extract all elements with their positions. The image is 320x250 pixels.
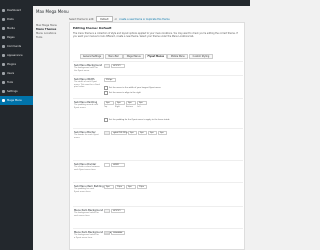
pages-icon (2, 36, 5, 39)
sidebar-item-comments[interactable]: Comments (0, 42, 33, 51)
border-color-input[interactable]: rgba(255,255,255,0.1) (111, 131, 136, 135)
color-swatch[interactable] (104, 163, 110, 167)
setting-sub-menu-divider: Sub Menu Divider The divider colour betw… (73, 160, 243, 182)
tab-menu-bar[interactable]: Menu Bar (104, 54, 123, 59)
color-swatch[interactable] (104, 64, 110, 68)
padding-top-caption: Top (104, 106, 108, 108)
padding-bottom-input[interactable]: 0px (126, 101, 136, 105)
tab-flyout-menus[interactable]: Flyout Menus (144, 54, 167, 59)
color-input[interactable]: #dddddd (111, 231, 125, 235)
admin-sidebar: Dashboard Posts Media Pages Comments App… (0, 6, 33, 250)
sidebar-item-dashboard[interactable]: Dashboard (0, 6, 33, 15)
padding-left-input[interactable]: 10px (137, 185, 147, 189)
setting-sub-menu-width: Sub Menu Width The width of each flyout … (73, 75, 243, 98)
setting-description: The padding around each flyout menu. (74, 104, 99, 109)
setting-description: The width of each flyout menu. This must… (74, 81, 100, 89)
page-title: Max Mega Menu (36, 9, 69, 14)
color-input[interactable]: #f1f1f1 (111, 209, 125, 213)
tab-general-settings[interactable]: General Settings (80, 54, 104, 59)
tab-mega-menus[interactable]: Mega Menus (123, 54, 145, 59)
padding-right-caption: Right (115, 106, 120, 108)
setting-description: The background color for the flyout menu… (74, 67, 98, 72)
checkbox-label: Set the menu to the width of your longes… (109, 87, 161, 89)
theme-selector-separator: or (114, 17, 118, 21)
padding-right-input[interactable]: 10px (115, 185, 125, 189)
subnav-item-max-mega-menu[interactable]: Max Mega Menu (36, 24, 57, 27)
setting-description: The border for each flyout menu. (74, 134, 99, 139)
setting-menu-item-background-hover: Menu Item Background (Hover) The backgro… (73, 228, 243, 250)
users-icon (2, 72, 5, 75)
admin-top-bar (0, 0, 250, 6)
sidebar-item-plugins[interactable]: Plugins (0, 60, 33, 69)
setting-description: The padding for each flyout menu item. (74, 188, 95, 193)
checkbox[interactable] (104, 86, 108, 90)
setting-sub-menu-border: Sub Menu Border The border for each flyo… (73, 128, 243, 160)
plugins-icon (2, 63, 5, 66)
padding-left-caption: Left (137, 106, 141, 108)
sidebar-item-posts[interactable]: Posts (0, 15, 33, 24)
color-input[interactable]: #f1f1f1 (111, 64, 125, 68)
appearance-icon (2, 54, 5, 57)
setting-sub-menu-background: Sub Menu Background The background color… (73, 61, 243, 75)
border-left-input[interactable]: 0px (158, 131, 167, 135)
color-input[interactable]: #ffffff (111, 163, 125, 167)
theme-editor-panel: Editing theme: Default The menu theme is… (69, 22, 245, 250)
padding-right-input[interactable]: 0px (115, 101, 125, 105)
color-swatch[interactable] (104, 209, 110, 213)
checkbox[interactable] (104, 91, 108, 95)
width-input[interactable]: 250px (104, 78, 116, 82)
subnav-item-menu-locations[interactable]: Menu Locations (36, 32, 56, 35)
sidebar-item-pages[interactable]: Pages (0, 33, 33, 42)
sidebar-item-media[interactable]: Media (0, 24, 33, 33)
padding-left-input[interactable]: 0px (137, 101, 147, 105)
border-bottom-input[interactable]: 0px (148, 131, 157, 135)
subnav-item-tools[interactable]: Tools (36, 36, 42, 39)
dashboard-icon (2, 9, 5, 12)
tab-mobile-menu[interactable]: Mobile Menu (167, 54, 189, 59)
sidebar-item-settings[interactable]: Settings (0, 87, 33, 96)
panel-title: Editing theme: Default (73, 26, 112, 30)
border-top-input[interactable]: 0px (128, 131, 137, 135)
setting-sub-menu-item-padding: Sub Menu Item Padding The padding for ea… (73, 182, 243, 206)
tab-custom-styling[interactable]: Custom Styling (188, 54, 213, 59)
posts-icon (2, 18, 5, 21)
create-theme-link[interactable]: create a new theme or duplicate this the… (119, 18, 170, 21)
sidebar-item-users[interactable]: Users (0, 69, 33, 78)
setting-description: The background colour for a flyout menu … (74, 234, 99, 239)
padding-bottom-caption: Bottom (126, 106, 133, 108)
padding-bottom-input[interactable]: 0px (126, 185, 136, 189)
comments-icon (2, 45, 5, 48)
padding-top-input[interactable]: 0px (104, 185, 114, 189)
sidebar-item-appearance[interactable]: Appearance (0, 51, 33, 60)
setting-description: The background colour for each menu item… (74, 212, 99, 217)
border-right-input[interactable]: 0px (138, 131, 147, 135)
setting-menu-item-background: Menu Item Background The background colo… (73, 206, 243, 228)
sidebar-item-tools[interactable]: Tools (0, 78, 33, 87)
color-swatch[interactable] (104, 231, 110, 235)
panel-description: The menu theme is a collection of style … (73, 32, 238, 39)
theme-tabs: General Settings Menu Bar Mega Menus Fly… (80, 54, 213, 59)
settings-icon (2, 90, 5, 93)
checkbox-label: Set the menu to align to the right (109, 92, 141, 94)
padding-top-input[interactable]: 0px (104, 101, 114, 105)
setting-sub-menu-padding: Sub Menu Padding The padding around each… (73, 98, 243, 128)
sidebar-item-mega-menu[interactable]: Mega Menu (0, 96, 33, 105)
subnav-item-menu-themes[interactable]: Menu Themes (36, 28, 56, 31)
checkbox-label: Set the padding for the flyout menu to a… (109, 119, 170, 121)
theme-selector-label: Select theme to edit: (69, 17, 95, 21)
checkbox[interactable] (104, 118, 108, 122)
setting-description: The divider colour between each flyout m… (74, 166, 100, 171)
media-icon (2, 27, 5, 30)
tools-icon (2, 81, 5, 84)
mega-menu-icon (2, 99, 5, 102)
color-swatch[interactable] (104, 131, 110, 135)
